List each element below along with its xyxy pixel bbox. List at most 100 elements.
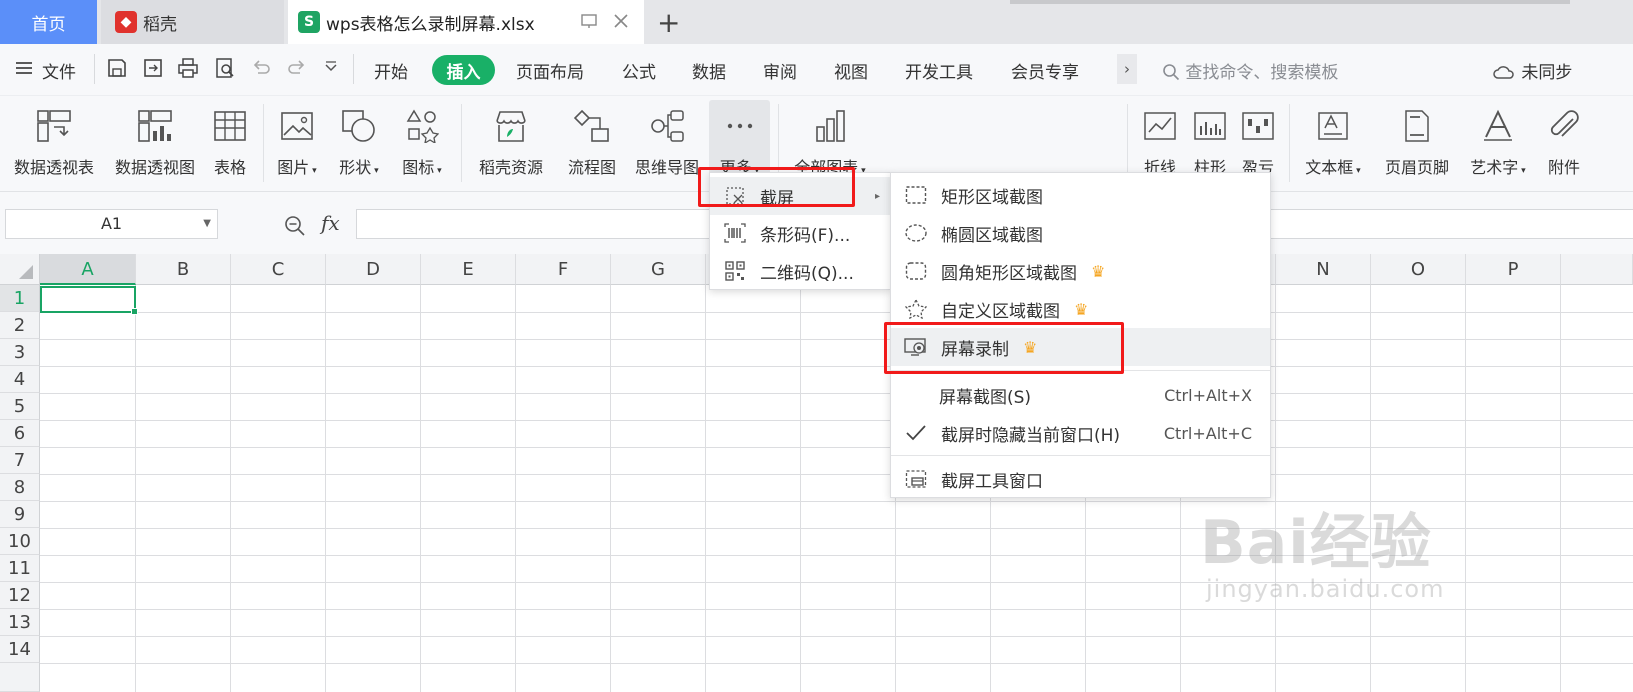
spreadsheet-grid[interactable]: A B C D E F G H I J K L M N O P 1 2 3 4 …	[0, 254, 1633, 692]
header-footer-button[interactable]: 页眉页脚	[1381, 100, 1453, 178]
row-header[interactable]: 1	[0, 285, 40, 312]
column-header[interactable]: O	[1371, 254, 1466, 285]
sparkline-winloss-button[interactable]: 盈亏	[1236, 100, 1280, 178]
sync-label: 未同步	[1521, 63, 1573, 83]
row-header[interactable]: 2	[0, 312, 40, 339]
divider	[353, 54, 354, 84]
mindmap-button[interactable]: 思维导图	[632, 100, 702, 178]
undo-icon[interactable]	[250, 57, 272, 84]
textbox-button[interactable]: 文本框 ▾	[1300, 100, 1366, 178]
watermark-brand: Bai经验	[1200, 508, 1432, 578]
row-header[interactable]: 14	[0, 636, 40, 663]
insert-function-button[interactable]: fx	[321, 211, 340, 235]
menu-formula[interactable]: 公式	[622, 58, 656, 83]
save-icon[interactable]	[106, 57, 128, 84]
sync-status[interactable]: 未同步	[1492, 58, 1572, 83]
hamburger-icon[interactable]	[14, 58, 34, 83]
menu-item-qrcode[interactable]: 二维码(Q)...	[710, 252, 890, 290]
daoke-resources-button[interactable]: 稻壳资源	[473, 100, 549, 178]
active-cell[interactable]	[40, 286, 138, 315]
column-header[interactable]: F	[516, 254, 611, 285]
pivot-table-button[interactable]: 数据透视表	[10, 100, 98, 178]
row-header[interactable]: 5	[0, 393, 40, 420]
menu-item-barcode[interactable]: 条形码(F)...	[710, 214, 890, 252]
row-header[interactable]: 3	[0, 339, 40, 366]
customize-toolbar-icon[interactable]	[324, 61, 338, 79]
new-tab-icon[interactable]: +	[657, 6, 680, 39]
row-header[interactable]: 8	[0, 474, 40, 501]
menu-review[interactable]: 审阅	[763, 58, 797, 83]
watermark-url: jingyan.baidu.com	[1206, 575, 1445, 603]
column-header[interactable]: N	[1276, 254, 1371, 285]
menu-item-rounded-capture[interactable]: 圆角矩形区域截图 ♛	[891, 252, 1270, 290]
column-header[interactable]: G	[611, 254, 706, 285]
menu-item-barcode-label: 条形码(F)...	[760, 225, 851, 246]
menu-item-screen-capture[interactable]: 屏幕截图(S) Ctrl+Alt+X	[891, 376, 1270, 414]
print-preview-icon[interactable]	[214, 57, 236, 84]
row-header[interactable]: 4	[0, 366, 40, 393]
menu-start[interactable]: 开始	[374, 58, 408, 83]
menu-data[interactable]: 数据	[692, 58, 726, 83]
attachment-button[interactable]: 附件	[1542, 100, 1586, 178]
row-header[interactable]: 10	[0, 528, 40, 555]
command-search-placeholder: 查找命令、搜索模板	[1185, 63, 1339, 83]
pivot-chart-button[interactable]: 数据透视图	[111, 100, 199, 178]
picture-button[interactable]: 图片 ▾	[272, 100, 322, 178]
column-header[interactable]: D	[326, 254, 421, 285]
close-tab-icon[interactable]	[612, 12, 630, 35]
column-header[interactable]: P	[1466, 254, 1561, 285]
menu-insert[interactable]: 插入	[432, 55, 495, 85]
column-header[interactable]: A	[40, 254, 136, 285]
column-header[interactable]: E	[421, 254, 516, 285]
shapes-button[interactable]: 形状 ▾	[334, 100, 384, 178]
tab-daoke[interactable]: ◆ 稻壳	[101, 0, 284, 44]
row-header[interactable]: 12	[0, 582, 40, 609]
menu-page-layout[interactable]: 页面布局	[516, 58, 584, 83]
gridline	[325, 285, 326, 692]
print-icon[interactable]	[177, 57, 199, 84]
flowchart-button[interactable]: 流程图	[564, 100, 620, 178]
row-header[interactable]	[0, 663, 40, 692]
column-header[interactable]	[1561, 254, 1633, 285]
flowchart-label: 流程图	[567, 158, 616, 177]
name-box[interactable]: A1 ▼	[5, 209, 218, 239]
select-all-corner[interactable]	[0, 254, 40, 285]
row-header[interactable]: 6	[0, 420, 40, 447]
menu-item-ellipse-capture[interactable]: 椭圆区域截图	[891, 214, 1270, 252]
checkmark-icon	[903, 420, 929, 446]
menu-member[interactable]: 会员专享	[1011, 58, 1079, 83]
tab-home[interactable]: 首页	[0, 0, 97, 44]
menu-view[interactable]: 视图	[834, 58, 868, 83]
file-menu[interactable]: 文件	[42, 58, 76, 83]
chevron-down-icon[interactable]: ▼	[203, 210, 211, 238]
menu-item-rect-capture-label: 矩形区域截图	[941, 187, 1043, 208]
mindmap-icon	[647, 106, 687, 146]
tab-document[interactable]: S wps表格怎么录制屏幕.xlsx	[288, 0, 644, 44]
menu-scroll-right-icon[interactable]: ›	[1117, 54, 1137, 84]
table-button[interactable]: 表格	[208, 100, 252, 178]
menu-item-tool-window[interactable]: 截屏工具窗口	[891, 460, 1270, 498]
redo-icon[interactable]	[286, 57, 308, 84]
row-header[interactable]: 7	[0, 447, 40, 474]
textbox-label: 文本框 ▾	[1305, 158, 1361, 177]
pivot-chart-icon	[135, 106, 175, 146]
export-icon[interactable]	[142, 57, 164, 84]
column-header[interactable]: B	[136, 254, 231, 285]
zoom-icon[interactable]	[283, 214, 307, 242]
wordart-button[interactable]: 艺术字 ▾	[1464, 100, 1532, 178]
gridline	[515, 285, 516, 692]
row-header[interactable]: 11	[0, 555, 40, 582]
command-search[interactable]: 查找命令、搜索模板	[1162, 58, 1338, 83]
column-header[interactable]: C	[231, 254, 326, 285]
menu-developer[interactable]: 开发工具	[905, 58, 973, 83]
sparkline-line-button[interactable]: 折线	[1138, 100, 1182, 178]
row-header[interactable]: 9	[0, 501, 40, 528]
pin-window-icon[interactable]	[580, 12, 598, 35]
menu-item-hide-window[interactable]: 截屏时隐藏当前窗口(H) Ctrl+Alt+C	[891, 414, 1270, 452]
sparkline-column-button[interactable]: 柱形	[1188, 100, 1232, 178]
dashed-star-icon	[903, 296, 929, 322]
icons-button[interactable]: 图标 ▾	[397, 100, 447, 178]
menu-item-hide-window-label: 截屏时隐藏当前窗口(H)	[941, 425, 1121, 446]
menu-item-rect-capture[interactable]: 矩形区域截图	[891, 176, 1270, 214]
row-header[interactable]: 13	[0, 609, 40, 636]
